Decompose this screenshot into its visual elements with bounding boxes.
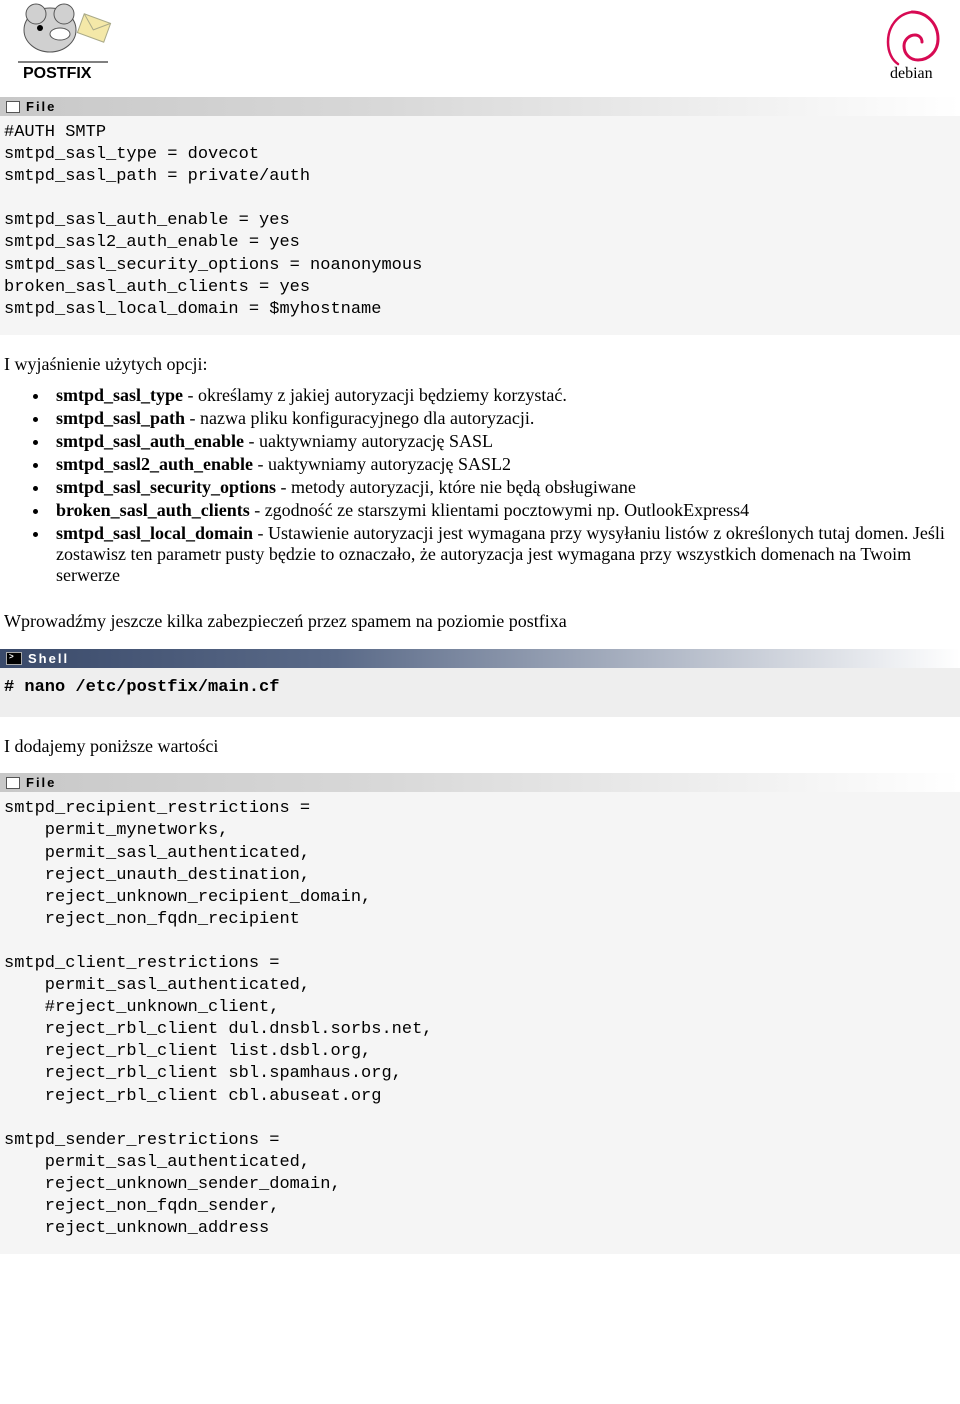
option-desc: - uaktywniamy autoryzację SASL: [244, 431, 493, 451]
paragraph-3: I dodajemy poniższe wartości: [0, 717, 960, 762]
page-header: POSTFIX debian: [0, 0, 960, 85]
file-label: File: [26, 775, 56, 790]
terminal-icon: [6, 652, 22, 665]
option-desc: - uaktywniamy autoryzację SASL2: [253, 454, 511, 474]
file-icon: [6, 101, 20, 113]
paragraph-1: I wyjaśnienie użytych opcji:: [0, 335, 960, 380]
list-item: smtpd_sasl_local_domain - Ustawienie aut…: [50, 523, 960, 586]
code-block-auth-smtp: #AUTH SMTP smtpd_sasl_type = dovecot smt…: [0, 116, 960, 335]
option-name: smtpd_sasl_path: [56, 408, 185, 428]
option-name: smtpd_sasl_type: [56, 385, 183, 405]
option-name: smtpd_sasl_auth_enable: [56, 431, 244, 451]
shell-block-header: Shell: [0, 649, 960, 668]
option-name: broken_sasl_auth_clients: [56, 500, 250, 520]
list-item: smtpd_sasl_path - nazwa pliku konfigurac…: [50, 408, 960, 429]
paragraph-2: Wprowadźmy jeszcze kilka zabezpieczeń pr…: [0, 592, 960, 637]
option-name: smtpd_sasl_security_options: [56, 477, 276, 497]
list-item: smtpd_sasl_security_options - metody aut…: [50, 477, 960, 498]
option-name: smtpd_sasl_local_domain: [56, 523, 253, 543]
list-item: smtpd_sasl_auth_enable - uaktywniamy aut…: [50, 431, 960, 452]
shell-command: # nano /etc/postfix/main.cf: [0, 668, 960, 717]
debian-logo: debian: [872, 4, 952, 84]
postfix-logo: POSTFIX: [8, 0, 128, 85]
options-list: smtpd_sasl_type - określamy z jakiej aut…: [0, 385, 960, 586]
code-block-restrictions: smtpd_recipient_restrictions = permit_my…: [0, 792, 960, 1254]
list-item: broken_sasl_auth_clients - zgodność ze s…: [50, 500, 960, 521]
file-block-header-1: File: [0, 97, 960, 116]
file-block-header-2: File: [0, 773, 960, 792]
option-name: smtpd_sasl2_auth_enable: [56, 454, 253, 474]
file-icon: [6, 777, 20, 789]
shell-label: Shell: [28, 651, 69, 666]
option-desc: - metody autoryzacji, które nie będą obs…: [276, 477, 636, 497]
option-desc: - nazwa pliku konfiguracyjnego dla autor…: [185, 408, 534, 428]
option-desc: - określamy z jakiej autoryzacji będziem…: [183, 385, 567, 405]
svg-text:debian: debian: [890, 65, 933, 82]
svg-text:POSTFIX: POSTFIX: [23, 65, 92, 82]
list-item: smtpd_sasl2_auth_enable - uaktywniamy au…: [50, 454, 960, 475]
option-desc: - zgodność ze starszymi klientami poczto…: [250, 500, 749, 520]
list-item: smtpd_sasl_type - określamy z jakiej aut…: [50, 385, 960, 406]
file-label: File: [26, 99, 56, 114]
